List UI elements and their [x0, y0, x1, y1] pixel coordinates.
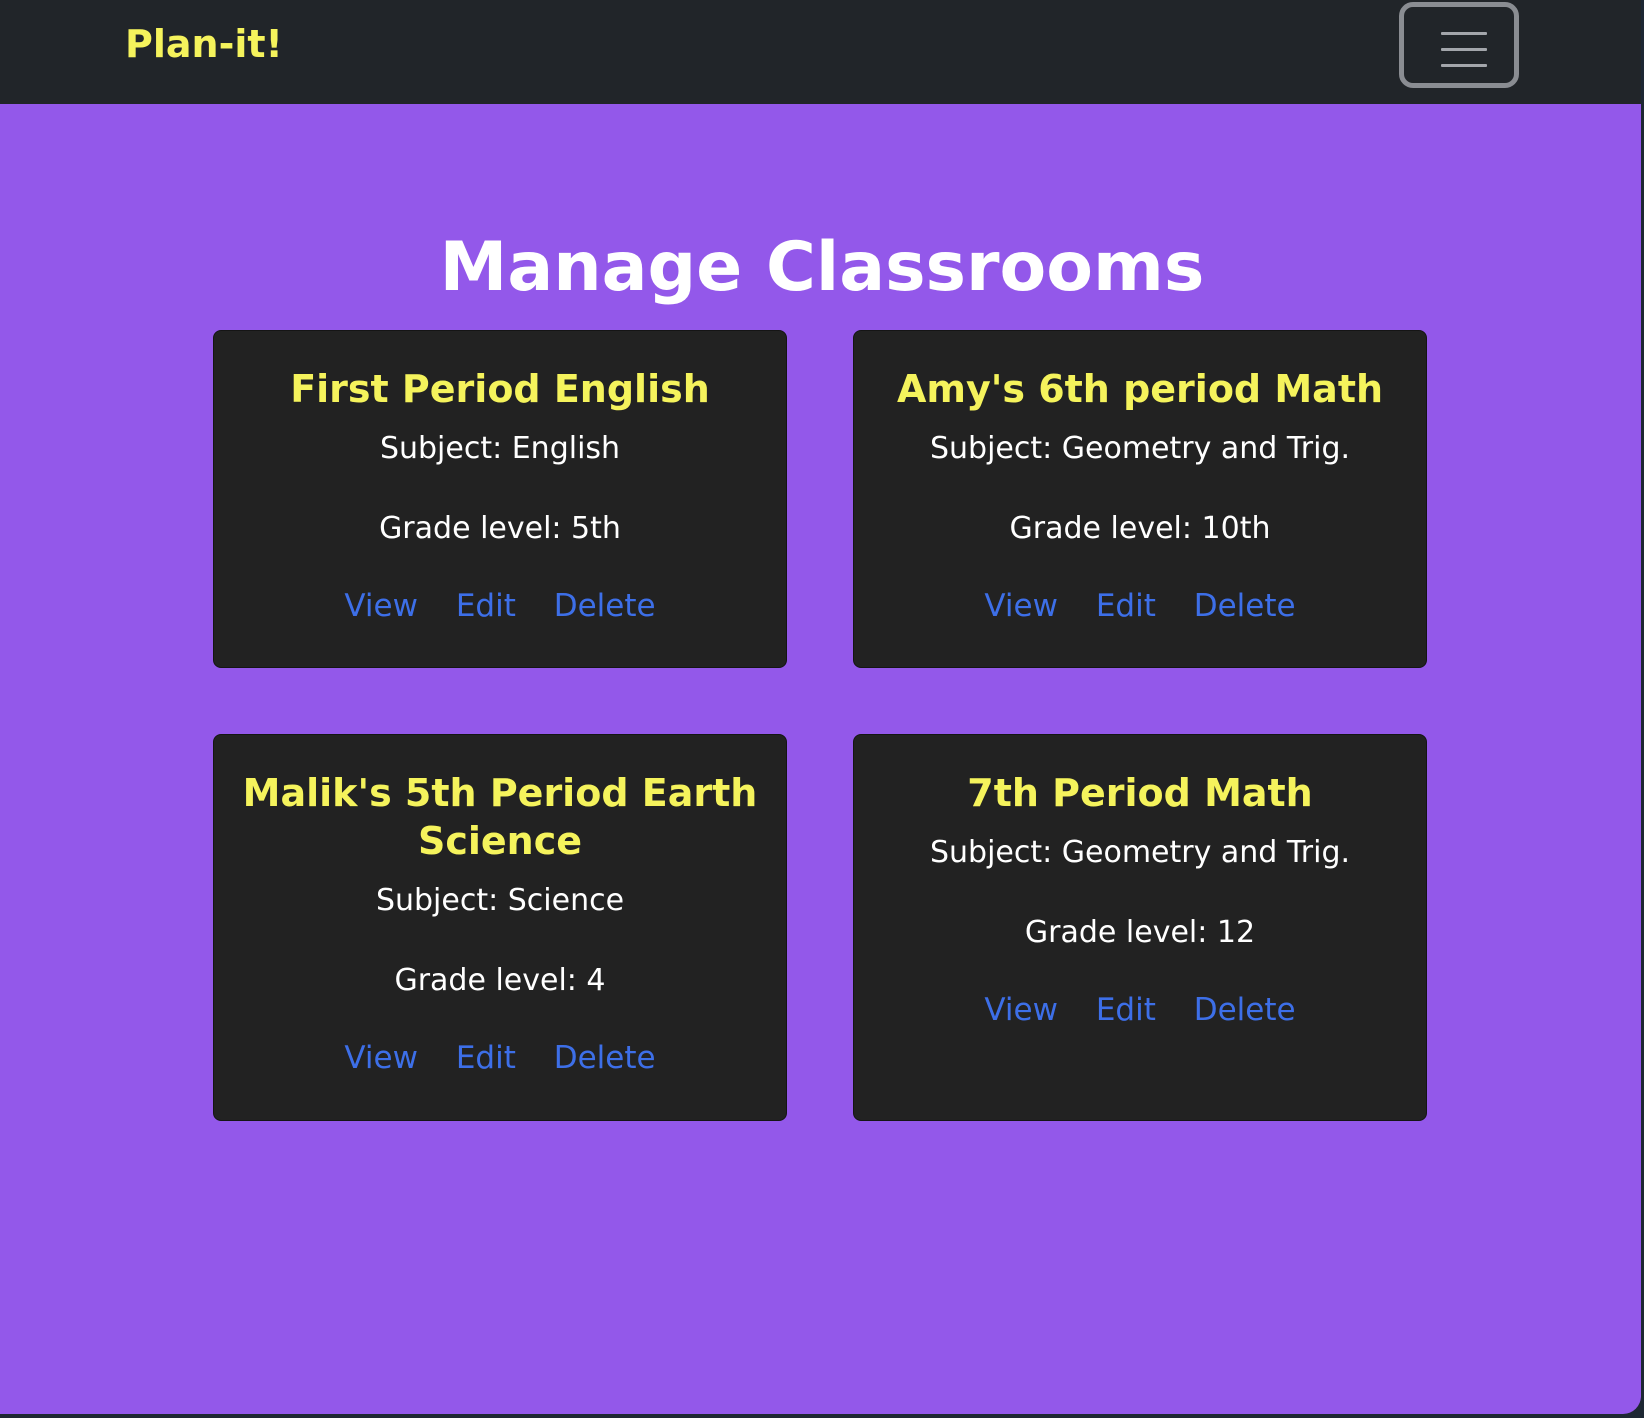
- view-link[interactable]: View: [984, 992, 1058, 1028]
- classroom-subject: Subject: Geometry and Trig.: [929, 431, 1351, 466]
- classroom-actions: View Edit Delete: [214, 586, 786, 626]
- classroom-name: First Period English: [290, 367, 710, 411]
- classroom-subject: Subject: Geometry and Trig.: [929, 835, 1351, 870]
- classroom-actions: View Edit Delete: [214, 1038, 786, 1078]
- page-title: Manage Classrooms: [439, 227, 1205, 307]
- delete-link[interactable]: Delete: [554, 1040, 656, 1076]
- navbar-toggle-button[interactable]: [1399, 2, 1519, 88]
- classroom-card: First Period English Subject: English Gr…: [213, 330, 787, 668]
- edit-link[interactable]: Edit: [1096, 588, 1156, 624]
- classroom-actions: View Edit Delete: [854, 990, 1426, 1030]
- classroom-card: 7th Period Math Subject: Geometry and Tr…: [853, 734, 1427, 1121]
- classroom-name: Malik's 5th Period Earth Science: [242, 771, 758, 863]
- view-link[interactable]: View: [344, 1040, 418, 1076]
- classroom-grade: Grade level: 12: [1024, 915, 1256, 950]
- app-frame: Plan-it! Manage Classrooms First Period …: [0, 0, 1641, 1414]
- classroom-grade: Grade level: 5th: [379, 511, 621, 546]
- brand-logo[interactable]: Plan-it!: [125, 22, 283, 66]
- classroom-actions: View Edit Delete: [854, 586, 1426, 626]
- classroom-name: Amy's 6th period Math: [896, 367, 1384, 411]
- delete-link[interactable]: Delete: [1194, 588, 1296, 624]
- classroom-subject: Subject: Science: [375, 883, 625, 918]
- delete-link[interactable]: Delete: [1194, 992, 1296, 1028]
- view-link[interactable]: View: [344, 588, 418, 624]
- classroom-subject: Subject: English: [379, 431, 621, 466]
- view-link[interactable]: View: [984, 588, 1058, 624]
- classroom-grade: Grade level: 10th: [1009, 511, 1271, 546]
- delete-link[interactable]: Delete: [554, 588, 656, 624]
- classroom-grade: Grade level: 4: [394, 963, 606, 998]
- edit-link[interactable]: Edit: [1096, 992, 1156, 1028]
- classroom-card: Malik's 5th Period Earth Science Subject…: [213, 734, 787, 1121]
- hamburger-menu-icon: [1441, 32, 1487, 67]
- navbar: Plan-it!: [0, 0, 1641, 104]
- edit-link[interactable]: Edit: [456, 588, 516, 624]
- edit-link[interactable]: Edit: [456, 1040, 516, 1076]
- classroom-name: 7th Period Math: [967, 771, 1313, 815]
- classroom-card: Amy's 6th period Math Subject: Geometry …: [853, 330, 1427, 668]
